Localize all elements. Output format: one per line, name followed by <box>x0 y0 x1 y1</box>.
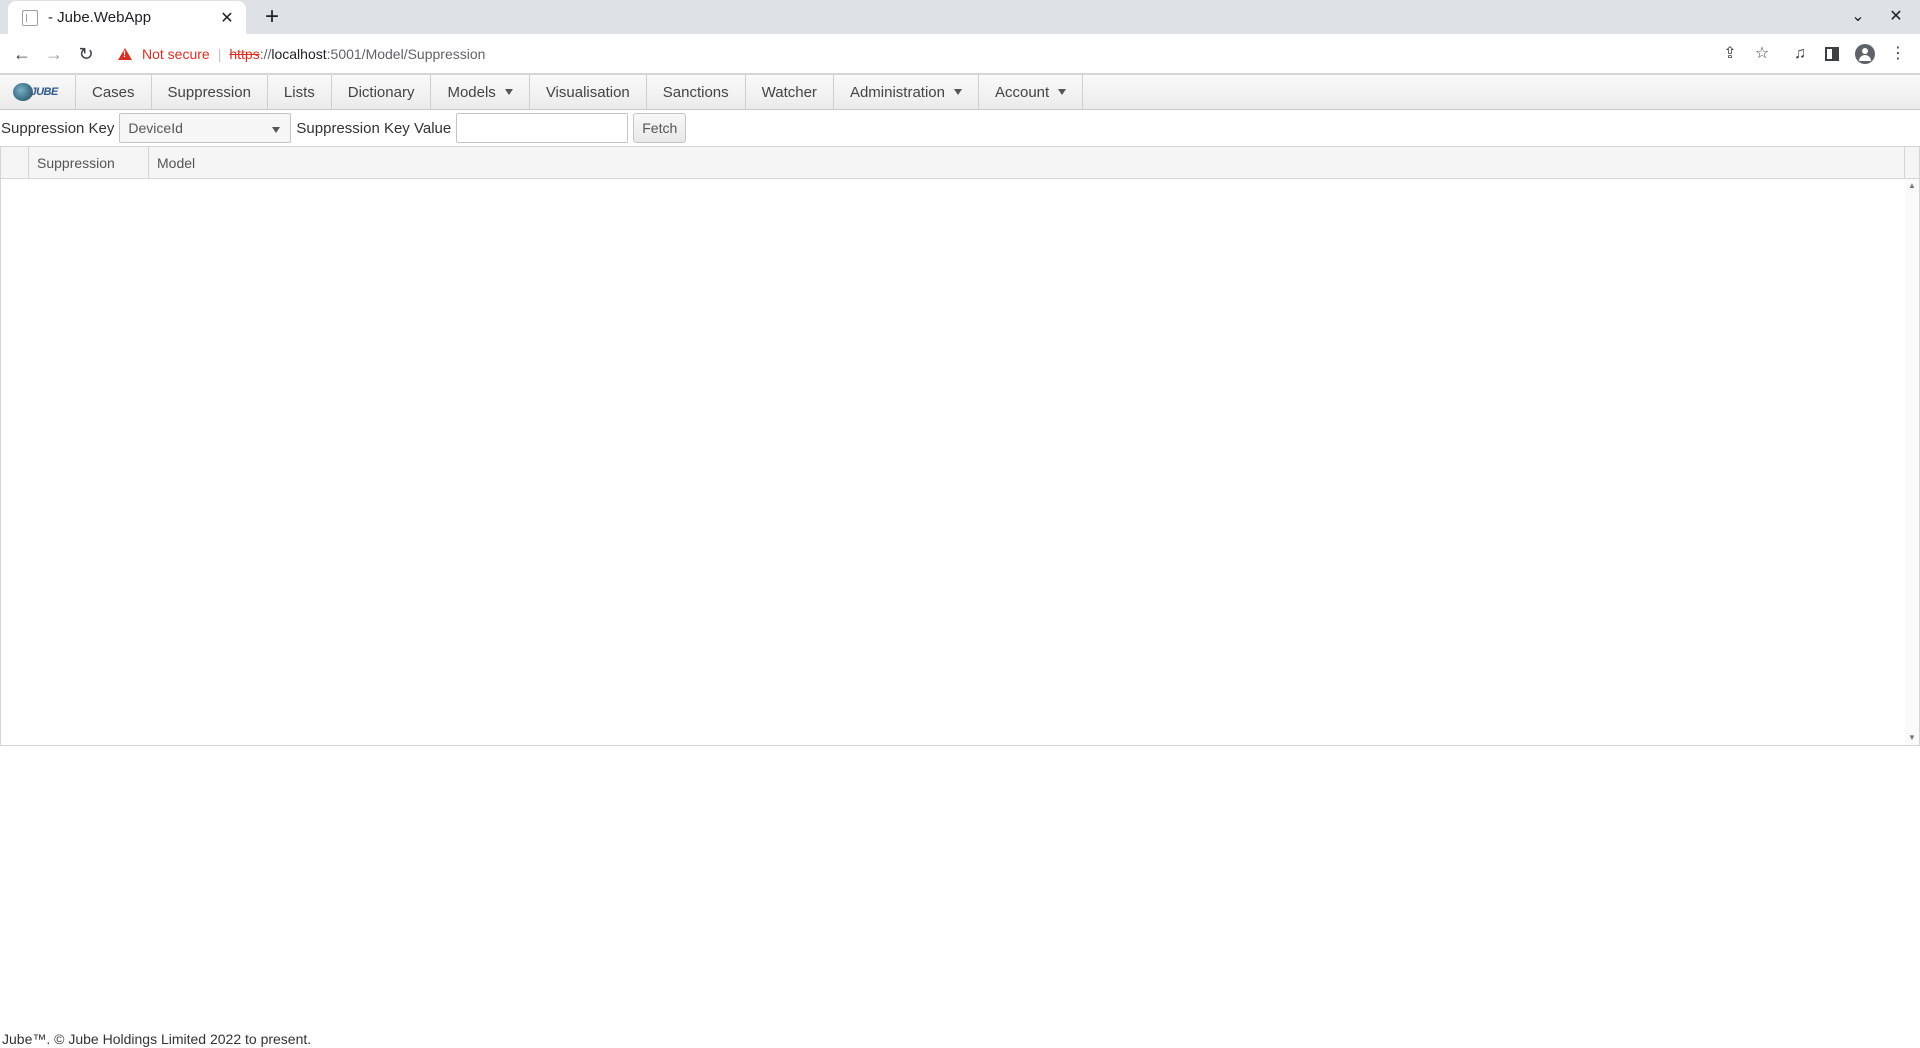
share-icon[interactable]: ⇪ <box>1718 42 1742 66</box>
warning-icon <box>118 48 132 60</box>
suppression-key-label: Suppression Key <box>1 119 115 137</box>
url-scheme: https <box>229 46 260 62</box>
tab-title: - Jube.WebApp <box>48 9 152 26</box>
profile-icon[interactable] <box>1853 42 1877 66</box>
star-icon[interactable]: ☆ <box>1750 42 1774 66</box>
menu-label: Suppression <box>167 83 251 101</box>
url-path: :5001/Model/Suppression <box>326 46 486 62</box>
menu-models[interactable]: Models <box>431 75 530 109</box>
security-label[interactable]: Not secure <box>142 46 210 62</box>
grid-scrollbar[interactable]: ▲ ▼ <box>1905 179 1919 745</box>
menu-dictionary[interactable]: Dictionary <box>332 75 432 109</box>
menu-account[interactable]: Account <box>979 75 1084 109</box>
browser-tabstrip: - Jube.WebApp ✕ + ⌄ ✕ <box>0 0 1920 34</box>
page-favicon-icon <box>22 9 38 26</box>
tab-close-icon[interactable]: ✕ <box>218 8 236 28</box>
url-host: localhost <box>271 46 327 62</box>
suppression-key-selected: DeviceId <box>128 120 183 136</box>
menu-label: Administration <box>849 83 945 101</box>
menu-label: Account <box>994 83 1050 101</box>
new-tab-button[interactable]: + <box>258 3 286 31</box>
scroll-up-icon[interactable]: ▲ <box>1905 179 1919 193</box>
grid-body <box>1 179 1905 745</box>
caret-down-icon <box>272 127 281 133</box>
url-scheme-separator: :// <box>259 46 272 62</box>
menu-label: Visualisation <box>545 83 630 101</box>
menu-label: Cases <box>92 83 135 101</box>
menu-administration[interactable]: Administration <box>834 75 979 109</box>
menu-label: Dictionary <box>347 83 415 101</box>
suppression-key-select[interactable]: DeviceId <box>119 113 292 143</box>
menu-lists[interactable]: Lists <box>268 75 332 109</box>
tab-search-chevron-icon[interactable]: ⌄ <box>1846 5 1870 29</box>
menu-watcher[interactable]: Watcher <box>746 75 834 109</box>
suppression-key-value-input[interactable] <box>456 113 629 143</box>
media-icon[interactable]: ♫ <box>1788 42 1812 66</box>
browser-tab[interactable]: - Jube.WebApp ✕ <box>8 1 246 34</box>
suppression-grid: Suppression Model ▲ ▼ <box>0 146 1920 746</box>
caret-down-icon <box>1058 89 1067 95</box>
browser-toolbar: ← → ↻ Not secure | https://localhost:500… <box>0 34 1920 74</box>
grid-header-model[interactable]: Model <box>149 147 1905 178</box>
menu-sanctions[interactable]: Sanctions <box>647 75 746 109</box>
side-panel-icon[interactable] <box>1820 42 1844 66</box>
jube-logo[interactable]: JUBE <box>0 75 76 109</box>
suppression-filter-bar: Suppression Key DeviceId Suppression Key… <box>0 110 1920 146</box>
menu-label: Lists <box>283 83 315 101</box>
menu-label: Models <box>447 83 496 101</box>
fetch-button[interactable]: Fetch <box>633 113 687 143</box>
menu-label: Sanctions <box>662 83 729 101</box>
suppression-key-value-label: Suppression Key Value <box>296 119 452 137</box>
app: JUBE Cases Suppression Lists Dictionary … <box>0 74 1920 1048</box>
menu-cases[interactable]: Cases <box>76 75 152 109</box>
menu-visualisation[interactable]: Visualisation <box>530 75 647 109</box>
scroll-down-icon[interactable]: ▼ <box>1905 731 1919 745</box>
grid-header-select-column[interactable] <box>1 147 29 178</box>
kebab-menu-icon[interactable]: ⋮ <box>1886 42 1910 66</box>
address-bar[interactable]: Not secure | https://localhost:5001/Mode… <box>108 38 1728 70</box>
logo-globe-icon <box>12 83 33 101</box>
grid-header: Suppression Model <box>1 147 1919 179</box>
main-menu: JUBE Cases Suppression Lists Dictionary … <box>0 74 1920 110</box>
back-arrow-icon[interactable]: ← <box>10 42 34 66</box>
footer-copyright: Jube™. © Jube Holdings Limited 2022 to p… <box>2 1031 312 1047</box>
forward-arrow-icon[interactable]: → <box>42 42 66 66</box>
reload-icon[interactable]: ↻ <box>74 42 98 66</box>
caret-down-icon <box>504 89 513 95</box>
menu-suppression[interactable]: Suppression <box>152 75 268 109</box>
address-separator: | <box>217 46 222 62</box>
menu-label: Watcher <box>761 83 817 101</box>
caret-down-icon <box>953 89 962 95</box>
window-close-icon[interactable]: ✕ <box>1884 5 1908 29</box>
grid-header-suppression[interactable]: Suppression <box>29 147 149 178</box>
logo-text: JUBE <box>30 86 59 98</box>
